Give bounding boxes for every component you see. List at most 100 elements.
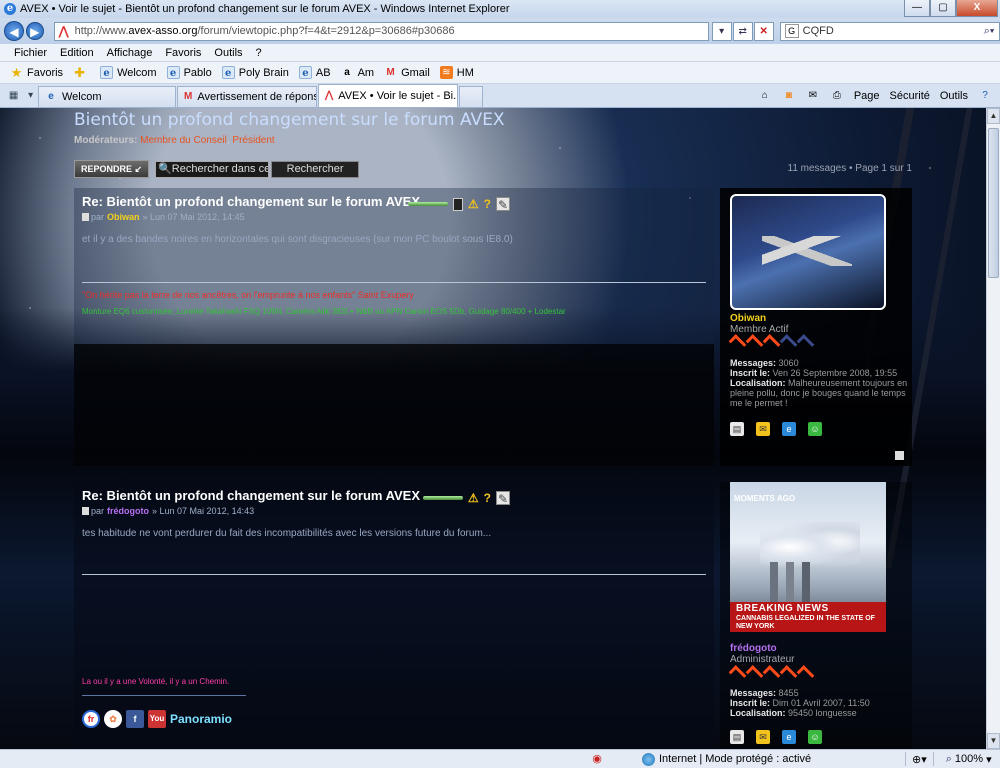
msn-icon[interactable]: ☺ <box>808 730 822 744</box>
info-icon[interactable]: ? <box>484 197 491 211</box>
profile-name[interactable]: Obiwan <box>730 313 766 324</box>
post-profile: Obiwan Membre Actif Messages: 3060 Inscr… <box>720 188 912 466</box>
post-meta: par frédogoto » Lun 07 Mai 2012, 14:43 <box>82 506 254 516</box>
panoramio-link[interactable]: Panoramio <box>170 710 232 728</box>
command-page[interactable]: Page <box>854 90 880 102</box>
forward-button[interactable]: ▶ <box>25 22 44 40</box>
email-icon[interactable]: ✉ <box>756 730 770 744</box>
menu-outils[interactable]: Outils <box>214 47 242 59</box>
address-input[interactable]: ⋀ http://www. avex-asso.org/forum/viewtop… <box>53 21 709 41</box>
menu-help[interactable]: ? <box>256 47 262 59</box>
quote-icon[interactable]: ✎ <box>496 491 510 506</box>
back-to-top-icon[interactable] <box>895 451 904 460</box>
post-title[interactable]: Re: Bientôt un profond changement sur le… <box>82 194 420 209</box>
menu-favoris[interactable]: Favoris <box>165 47 201 59</box>
reply-button[interactable]: REPONDRE ↙ <box>74 160 150 178</box>
post-title[interactable]: Re: Bientôt un profond changement sur le… <box>82 488 420 503</box>
tab-label: Avertissement de réponse ... <box>197 91 316 103</box>
favorite-hm[interactable]: ≋ HM <box>439 66 474 79</box>
page-title[interactable]: Bientôt un profond changement sur le for… <box>74 110 505 130</box>
website-icon[interactable]: e <box>782 730 796 744</box>
avatar <box>730 194 886 310</box>
youtube-icon[interactable]: You <box>148 710 166 728</box>
protected-mode-icon[interactable]: ⊕▾ <box>912 753 927 766</box>
rating-bar-icon <box>422 496 463 500</box>
refresh-icon[interactable]: ⇄ <box>732 21 753 41</box>
address-dropdown-icon[interactable]: ▾ <box>711 21 732 41</box>
picasa-icon[interactable]: ✿ <box>104 710 122 728</box>
post-icon <box>82 213 89 221</box>
tab-welcom[interactable]: e Welcom <box>38 86 176 107</box>
print-icon[interactable]: ⎙ <box>830 89 844 103</box>
menu-fichier[interactable]: Fichier <box>14 47 47 59</box>
address-path: /forum/viewtopic.php?f=4&t=2912&p=30686#… <box>197 25 455 37</box>
close-button[interactable]: X <box>956 0 998 17</box>
avatar-headline: BREAKING NEWS <box>736 603 829 614</box>
website-icon[interactable]: e <box>782 422 796 436</box>
ie-icon: e <box>48 91 54 102</box>
search-provider-icon[interactable]: G <box>784 24 799 38</box>
stop-icon[interactable]: ✕ <box>753 21 774 41</box>
tab-list-icon[interactable]: ▾ <box>28 90 33 101</box>
security-zone[interactable]: Internet | Mode protégé : activé <box>659 753 899 765</box>
menu-edition[interactable]: Edition <box>60 47 94 59</box>
favorite-pablo[interactable]: e Pablo <box>166 66 212 79</box>
command-security[interactable]: Sécurité <box>890 90 930 102</box>
quick-tabs[interactable]: ▦ ▾ <box>4 85 38 105</box>
favorite-poly-brain[interactable]: e Poly Brain <box>221 66 289 79</box>
moderator-link[interactable]: Membre du Conseil <box>140 135 227 146</box>
tab-avex-active[interactable]: ⋀ AVEX • Voir le sujet - Bi... ✕ <box>318 84 458 107</box>
post-actions: ⚠ ? ✎ <box>403 197 510 212</box>
profile-name[interactable]: frédogoto <box>730 643 777 654</box>
profile-icon[interactable]: ▤ <box>730 730 744 744</box>
rss-icon[interactable]: ◙ <box>782 89 796 103</box>
report-icon[interactable]: ⚠ <box>468 197 479 211</box>
favorite-welcom[interactable]: e Welcom <box>100 66 157 79</box>
topic-search-input[interactable]: 🔍Rechercher dans ce <box>155 160 270 178</box>
help-icon[interactable]: ? <box>978 89 992 103</box>
scroll-up-icon[interactable]: ▲ <box>987 108 1000 124</box>
tab-avertissement[interactable]: M Avertissement de réponse ... <box>177 86 317 107</box>
favorite-label: Am <box>357 66 375 79</box>
report-icon[interactable]: ⚠ <box>468 491 479 505</box>
favorite-gmail[interactable]: M Gmail <box>384 66 429 79</box>
command-tools[interactable]: Outils <box>940 90 968 102</box>
quick-tabs-icon[interactable]: ▦ <box>9 90 18 101</box>
menu-affichage[interactable]: Affichage <box>107 47 153 59</box>
page-viewport: Bientôt un profond changement sur le for… <box>0 108 986 749</box>
vertical-scrollbar[interactable]: ▲ ▼ <box>986 108 1000 749</box>
new-tab-button[interactable] <box>459 86 483 107</box>
quote-icon[interactable]: ✎ <box>496 197 510 212</box>
home-icon[interactable]: ⌂ <box>758 89 772 103</box>
scroll-down-icon[interactable]: ▼ <box>987 733 1000 749</box>
window-title: AVEX • Voir le sujet - Bientôt un profon… <box>20 3 510 15</box>
topic-search-button[interactable]: Rechercher <box>271 160 360 178</box>
joined-label: Inscrit le: <box>730 698 771 708</box>
facebook-icon[interactable]: f <box>126 710 144 728</box>
moderator-link[interactable]: Président <box>232 135 274 146</box>
favorites-button[interactable]: ★ Favoris <box>10 66 63 79</box>
maximize-button[interactable]: ▢ <box>930 0 956 17</box>
msn-icon[interactable]: ☺ <box>808 422 822 436</box>
favorite-ab[interactable]: e AB <box>298 66 331 79</box>
search-icon[interactable]: ⌕▾ <box>979 25 999 38</box>
email-icon[interactable]: ✉ <box>756 422 770 436</box>
info-icon[interactable]: ? <box>484 491 491 505</box>
favorite-amazon[interactable]: a Am <box>341 66 375 79</box>
minimize-button[interactable]: — <box>904 0 930 17</box>
search-input[interactable]: G CQFD ⌕▾ <box>779 21 1000 41</box>
zoom-control[interactable]: ⌕ 100% ▾ <box>946 753 992 766</box>
mail-icon[interactable]: ✉ <box>806 89 820 103</box>
privacy-icon[interactable]: ◉ <box>590 752 604 766</box>
favorite-label: Pablo <box>183 66 212 79</box>
post-author[interactable]: Obiwan <box>107 212 140 222</box>
moderators-label: Modérateurs: <box>74 135 138 146</box>
window-controls: — ▢ X <box>904 0 998 17</box>
profile-rank: Administrateur <box>730 654 795 665</box>
back-button[interactable]: ◀ <box>4 21 24 41</box>
add-favorite-button[interactable]: ✚ <box>73 66 90 79</box>
post-author[interactable]: frédogoto <box>107 506 149 516</box>
scroll-thumb[interactable] <box>988 128 999 278</box>
fr-badge-icon[interactable]: fr <box>82 710 100 728</box>
profile-icon[interactable]: ▤ <box>730 422 744 436</box>
